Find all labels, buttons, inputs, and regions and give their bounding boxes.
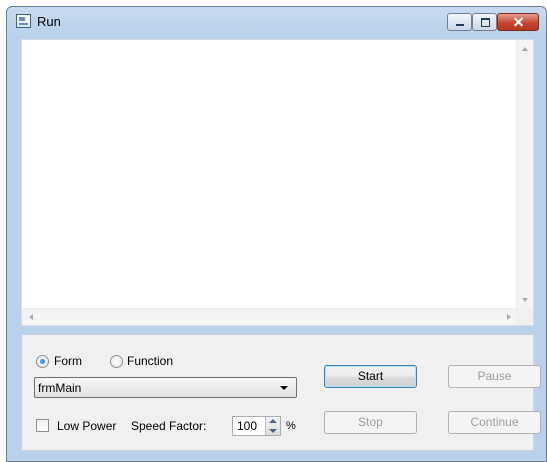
function-radio-label[interactable]: Function [127, 354, 173, 368]
speed-factor-label: Speed Factor: [131, 419, 207, 433]
speed-factor-stepper[interactable]: 100 [232, 416, 281, 436]
speed-factor-unit: % [286, 420, 296, 432]
speed-factor-value[interactable]: 100 [237, 419, 257, 433]
stop-button[interactable]: Stop [324, 411, 417, 434]
run-window-icon [16, 14, 31, 28]
continue-button[interactable]: Continue [448, 411, 541, 434]
controls-panel: Form Function frmMain Low Power Speed Fa… [21, 334, 541, 451]
low-power-checkbox[interactable] [36, 419, 49, 432]
window-title: Run [37, 14, 61, 29]
start-button[interactable]: Start [324, 365, 417, 388]
target-dropdown-value: frmMain [38, 381, 82, 395]
form-radio[interactable] [36, 355, 49, 368]
target-dropdown[interactable]: frmMain [34, 377, 297, 398]
pause-button[interactable]: Pause [448, 365, 541, 388]
low-power-label[interactable]: Low Power [57, 419, 116, 433]
scroll-up-icon[interactable] [522, 47, 528, 51]
scroll-left-icon[interactable] [29, 314, 33, 320]
maximize-icon[interactable] [472, 13, 497, 31]
title-bar[interactable]: Run [7, 7, 546, 37]
scroll-right-icon[interactable] [507, 314, 511, 320]
minimize-icon[interactable] [447, 13, 472, 31]
chevron-down-icon[interactable] [280, 386, 288, 390]
output-area[interactable] [21, 39, 534, 326]
run-window: Run Form Function frmMain Low Power Spee… [6, 6, 547, 462]
function-radio[interactable] [110, 355, 123, 368]
stepper-down-icon[interactable] [269, 429, 277, 433]
scroll-corner [516, 308, 533, 325]
stepper-buttons[interactable] [265, 417, 280, 435]
horizontal-scrollbar[interactable] [22, 308, 518, 325]
scroll-down-icon[interactable] [522, 298, 528, 302]
stepper-up-icon[interactable] [269, 419, 277, 423]
close-icon[interactable] [497, 13, 539, 31]
form-radio-label[interactable]: Form [54, 354, 82, 368]
vertical-scrollbar[interactable] [516, 40, 533, 309]
